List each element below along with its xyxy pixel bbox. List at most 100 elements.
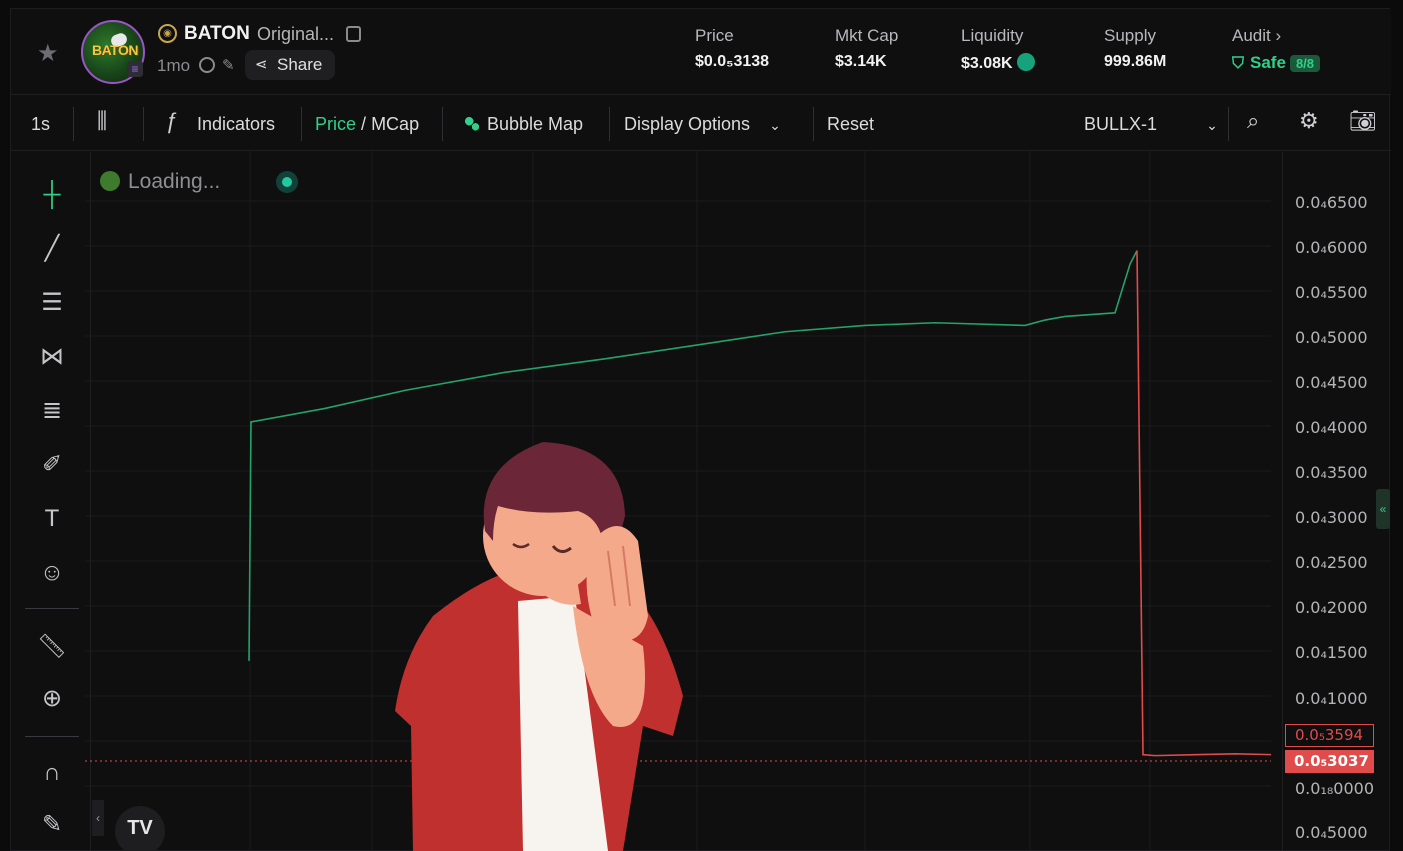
- price-tick-label: 0.0₄3500: [1295, 463, 1368, 482]
- eye-icon: [199, 57, 215, 73]
- share-icon: ⋖: [255, 56, 268, 73]
- facepalm-person-illustration: [395, 442, 683, 851]
- audit-status: Safe: [1250, 53, 1286, 72]
- reset-button[interactable]: Reset: [827, 114, 874, 135]
- logo-lettering: BATON: [92, 42, 138, 58]
- audit-label: Audit ›: [1232, 26, 1320, 46]
- chevron-right-icon: ›: [1275, 26, 1282, 45]
- indicators-button[interactable]: Indicators: [197, 114, 275, 135]
- source-selector[interactable]: BULLX-1 ⌄: [1084, 114, 1218, 135]
- bubble-map-button[interactable]: Bubble Map: [465, 114, 583, 135]
- brush-icon[interactable]: ✐: [35, 448, 69, 482]
- fib-levels-icon[interactable]: ≣: [35, 394, 69, 428]
- bubble-map-icon: [465, 117, 479, 131]
- price-line-uptrend: [248, 250, 1138, 661]
- audit-label-text: Audit: [1232, 26, 1271, 45]
- stat-label: Mkt Cap: [835, 26, 899, 45]
- display-options-label: Display Options: [624, 114, 751, 134]
- price-tick-label: 0.0₄6500: [1295, 193, 1368, 212]
- price-tick-label: 0.0₄4000: [1295, 418, 1368, 437]
- stat-price: Price $0.0₅3138: [695, 26, 769, 71]
- divider: [442, 107, 443, 141]
- ruler-icon[interactable]: 📏︎: [35, 630, 69, 664]
- chevron-down-icon: ⌄: [769, 117, 781, 133]
- stat-liquidity: Liquidity $3.08K: [961, 26, 1035, 73]
- pattern-icon[interactable]: ⋈: [35, 340, 69, 374]
- price-option[interactable]: Price: [315, 114, 356, 134]
- share-label: Share: [277, 55, 323, 74]
- camera-icon[interactable]: 📷︎: [1349, 108, 1377, 134]
- coin-icon: ◉: [158, 24, 177, 43]
- stat-mkt-cap: Mkt Cap $3.14K: [835, 26, 898, 71]
- toggle-slash: /: [361, 114, 367, 134]
- chart-toolbar: 1s ⫼ ƒ Indicators Price / MCap Bubble Ma…: [11, 96, 1391, 151]
- gear-icon[interactable]: ⚙: [1299, 108, 1319, 134]
- price-tick-label: 0.0₄4500: [1295, 373, 1368, 392]
- stat-value: $3.08K: [961, 53, 1035, 73]
- divider: [301, 107, 302, 141]
- stat-label: Supply: [1104, 26, 1156, 45]
- stat-supply: Supply 999.86M: [1104, 26, 1166, 71]
- candle-type-icon[interactable]: ⫼: [97, 108, 107, 134]
- lock-drawing-icon[interactable]: ✎: [35, 808, 69, 842]
- divider: [143, 107, 144, 141]
- trend-line-icon[interactable]: ╱: [35, 232, 69, 266]
- collapse-panel-button[interactable]: «: [1376, 489, 1390, 529]
- magic-search-icon[interactable]: ⌕: [1247, 108, 1259, 134]
- loading-text: Loading...: [128, 170, 221, 193]
- token-description: Original...: [257, 24, 335, 44]
- status-dot: [276, 171, 298, 193]
- horizontal-lines-icon[interactable]: ☰: [35, 286, 69, 320]
- bubble-map-label: Bubble Map: [487, 114, 584, 134]
- audit-score: 8/8: [1289, 55, 1321, 72]
- price-tick-label: 0.0₄1500: [1295, 643, 1368, 662]
- divider: [609, 107, 610, 141]
- chevron-down-icon: ⌄: [1206, 117, 1218, 133]
- price-mcap-toggle[interactable]: Price / MCap: [315, 114, 419, 135]
- price-line-crash: [1136, 250, 1271, 757]
- price-tick-label: 0.0₄1000: [1295, 689, 1368, 708]
- scroll-left-button[interactable]: ‹: [92, 800, 104, 836]
- stat-audit[interactable]: Audit › ⛉ Safe 8/8: [1232, 26, 1321, 73]
- liquidity-value: $3.08K: [961, 55, 1013, 72]
- price-tick-label: 0.0₄2000: [1295, 598, 1368, 617]
- stat-value: 999.86M: [1104, 53, 1167, 70]
- token-mini-icon: [100, 171, 120, 191]
- stat-value: $0.0₅3138: [695, 53, 770, 70]
- text-icon[interactable]: T: [35, 502, 69, 536]
- chart-loading-indicator: Loading...: [100, 166, 220, 198]
- token-name: BATON: [184, 23, 250, 44]
- emoji-icon[interactable]: ☺: [35, 556, 69, 590]
- mcap-option[interactable]: MCap: [371, 114, 419, 134]
- divider: [73, 107, 74, 141]
- source-label: BULLX-1: [1084, 114, 1158, 134]
- divider: [813, 107, 814, 141]
- token-header: ★ BATON ≡ ◉ BATON Original... 1mo ✎ ⋖ Sh…: [11, 9, 1391, 95]
- price-tick-label: 0.0₄5000: [1295, 328, 1368, 347]
- lock-icon: [1016, 53, 1035, 71]
- price-tick-label: 0.0₄6000: [1295, 238, 1368, 257]
- platform-badge-icon: ≡: [127, 61, 143, 77]
- display-options-dropdown[interactable]: Display Options ⌄: [624, 114, 781, 135]
- drawing-toolbar: ┼ ╱ ☰ ⋈ ≣ ✐ T ☺ 📏︎ ⊕ ∩ ✎: [11, 152, 91, 851]
- current-price-tag: 0.0₅3037: [1285, 750, 1374, 773]
- price-tick-label: 0.0₄3000: [1295, 508, 1368, 527]
- crosshair-icon[interactable]: ┼: [35, 178, 69, 212]
- shield-check-icon: ⛉: [1232, 55, 1245, 72]
- magnet-icon[interactable]: ∩: [35, 756, 69, 790]
- token-age: 1mo: [157, 56, 191, 75]
- price-axis: 0.0₄6500 0.0₄6000 0.0₄5500 0.0₄5000 0.0₄4500…: [1282, 152, 1391, 851]
- divider: [1228, 107, 1229, 141]
- price-tick-label: 0.0₄5500: [1295, 283, 1368, 302]
- interval-selector[interactable]: 1s: [31, 114, 50, 135]
- stat-value: $3.14K: [835, 53, 887, 70]
- high-price-tag: 0.0₅3594: [1285, 724, 1374, 747]
- price-tick-label: 0.0₄2500: [1295, 553, 1368, 572]
- zoom-in-icon[interactable]: ⊕: [35, 682, 69, 716]
- share-button[interactable]: ⋖ Share: [245, 50, 335, 80]
- audit-value: ⛉ Safe 8/8: [1232, 53, 1321, 73]
- copy-icon[interactable]: [346, 26, 361, 42]
- favorite-star-icon[interactable]: ★: [37, 39, 59, 68]
- pen-icon: ✎: [222, 57, 235, 74]
- stat-label: Liquidity: [961, 26, 1024, 45]
